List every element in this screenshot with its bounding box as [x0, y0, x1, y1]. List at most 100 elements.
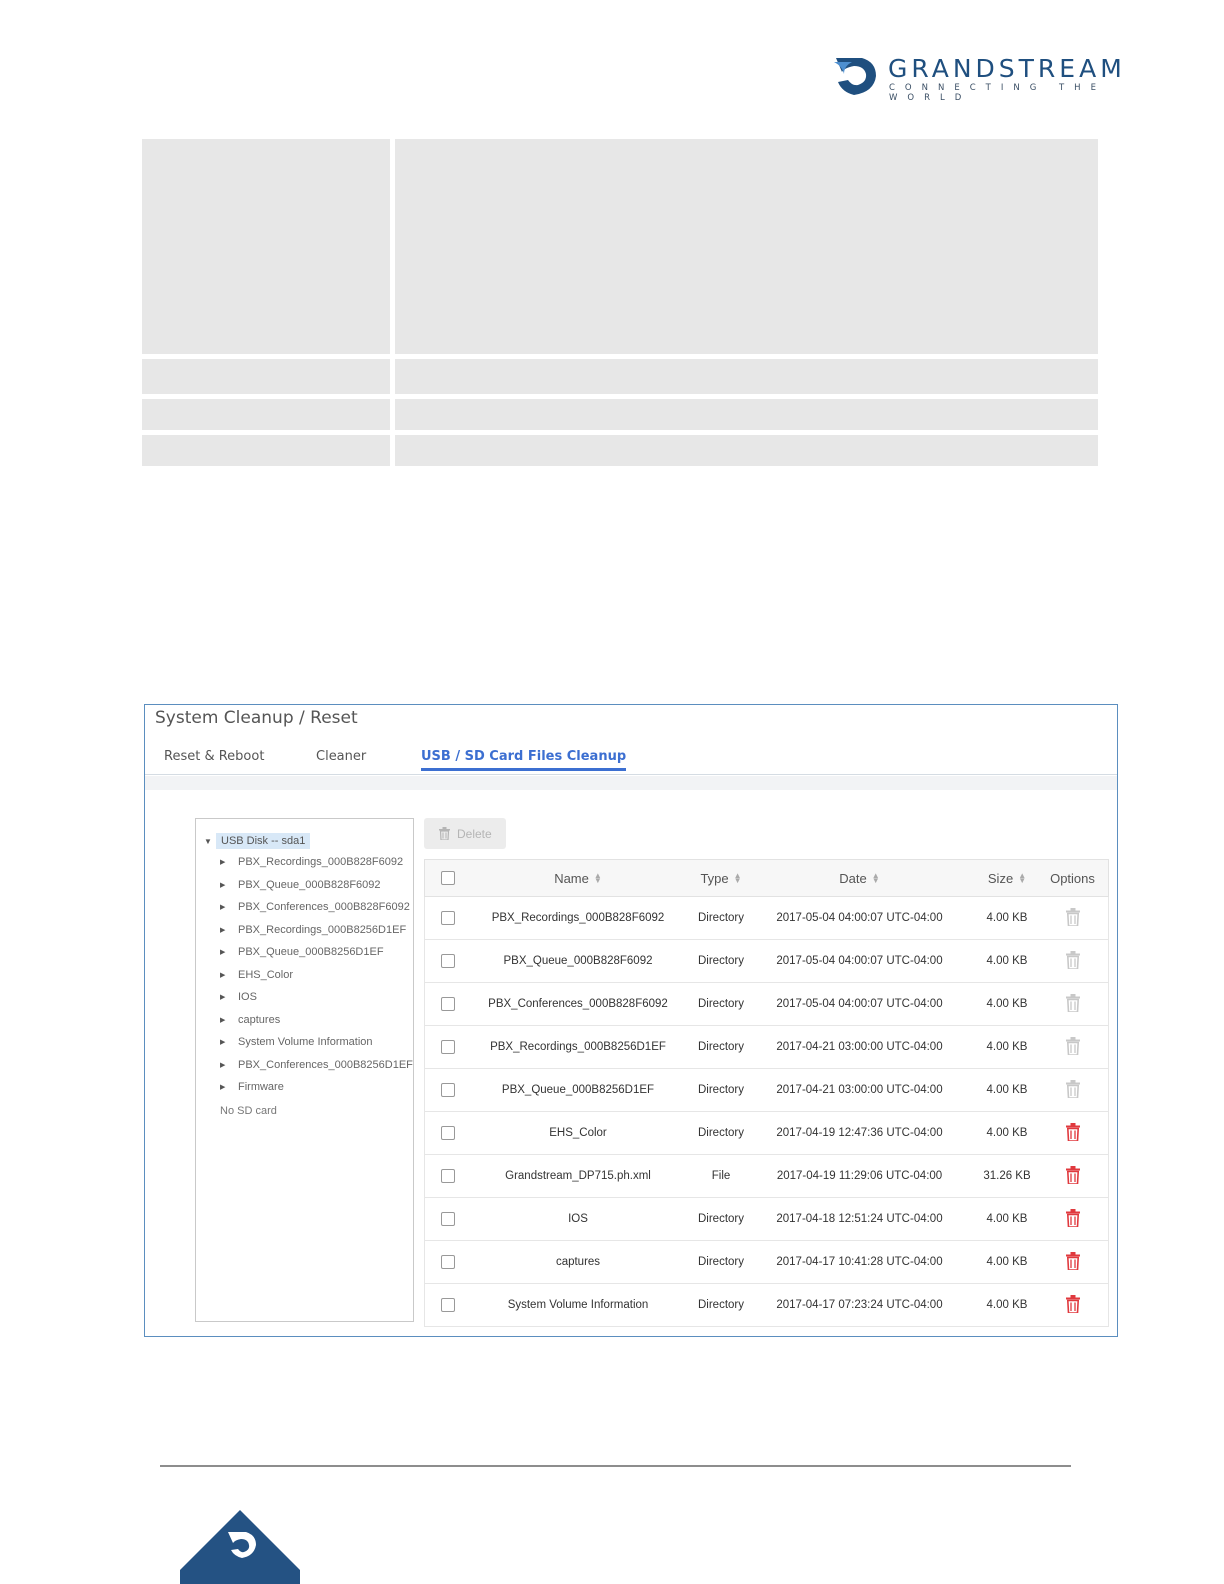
cell-type: Directory — [697, 998, 744, 1010]
table-cell — [395, 139, 1098, 354]
row-select — [425, 940, 471, 982]
row-checkbox[interactable] — [441, 1040, 455, 1054]
cell-options — [1035, 983, 1110, 1025]
caret-right-icon[interactable]: ▶ — [220, 926, 238, 934]
cell-options — [1035, 1198, 1110, 1240]
row-select — [425, 1026, 471, 1068]
header-type-label: Type — [700, 870, 729, 886]
select-all-checkbox[interactable] — [441, 871, 455, 885]
table-cell — [142, 435, 390, 466]
row-checkbox[interactable] — [441, 1212, 455, 1226]
tree-item[interactable]: ▶ IOS — [220, 988, 257, 1006]
cell-date: 2017-04-19 11:29:06 UTC-04:00 — [776, 1170, 943, 1182]
tree-item[interactable]: ▶ PBX_Recordings_000B828F6092 — [220, 853, 403, 871]
trash-icon[interactable] — [1065, 1165, 1080, 1187]
tree-item-label[interactable]: PBX_Queue_000B828F6092 — [238, 879, 381, 891]
row-checkbox[interactable] — [441, 1083, 455, 1097]
trash-icon[interactable] — [1065, 1251, 1080, 1273]
tree-item-label[interactable]: EHS_Color — [238, 969, 293, 981]
tree-item-label[interactable]: PBX_Recordings_000B828F6092 — [238, 856, 403, 868]
header-options-label: Options — [1050, 870, 1095, 886]
cell-options — [1035, 1069, 1110, 1111]
cell-type: Directory — [697, 1213, 744, 1225]
document-table — [142, 139, 1098, 471]
tab-usb-sd-cleanup[interactable]: USB / SD Card Files Cleanup — [421, 749, 627, 771]
header-name[interactable]: Name ▲ ▼ — [471, 860, 685, 896]
tree-item-label[interactable]: PBX_Conferences_000B828F6092 — [238, 901, 410, 913]
cell-options — [1035, 1026, 1110, 1068]
trash-icon[interactable] — [1065, 1122, 1080, 1144]
delete-button[interactable]: Delete — [424, 818, 506, 849]
tree-item-label[interactable]: PBX_Recordings_000B8256D1EF — [238, 924, 406, 936]
table-row — [142, 139, 1098, 354]
caret-down-icon[interactable]: ▼ — [204, 837, 216, 846]
row-checkbox[interactable] — [441, 1169, 455, 1183]
grandstream-logo-mark-icon — [834, 58, 876, 95]
tree-item[interactable]: ▶ Firmware — [220, 1078, 284, 1096]
caret-right-icon[interactable]: ▶ — [220, 948, 238, 956]
grandstream-logo: GRANDSTREAM CONNECTING THE WORLD — [832, 52, 1158, 103]
tree-item-label[interactable]: IOS — [238, 991, 257, 1003]
header-select-all — [425, 860, 471, 896]
trash-icon[interactable] — [1065, 1208, 1080, 1230]
cell-date: 2017-05-04 04:00:07 UTC-04:00 — [776, 912, 943, 924]
caret-right-icon[interactable]: ▶ — [220, 971, 238, 979]
cell-name: captures — [555, 1256, 601, 1268]
header-date[interactable]: Date ▲ ▼ — [757, 860, 962, 896]
tree-item-label[interactable]: PBX_Conferences_000B8256D1EF — [238, 1059, 413, 1071]
tree-item[interactable]: ▶ captures — [220, 1011, 280, 1029]
tab-cleaner[interactable]: Cleaner — [316, 749, 366, 764]
table-header: Name ▲ ▼ Type ▲ ▼ Date ▲ ▼ Size ▲ ▼ Options — [424, 859, 1109, 897]
table-row: PBX_Recordings_000B8256D1EF Directory 2017… — [424, 1026, 1109, 1069]
tree-item-label[interactable]: Firmware — [238, 1081, 284, 1093]
tree-item[interactable]: ▶ PBX_Queue_000B8256D1EF — [220, 943, 384, 961]
row-select — [425, 1069, 471, 1111]
caret-right-icon[interactable]: ▶ — [220, 881, 238, 889]
cell-type: Directory — [697, 1041, 744, 1053]
cell-date: 2017-04-18 12:51:24 UTC-04:00 — [776, 1213, 943, 1225]
row-checkbox[interactable] — [441, 954, 455, 968]
row-checkbox[interactable] — [441, 911, 455, 925]
tree-item[interactable]: ▶ PBX_Queue_000B828F6092 — [220, 876, 381, 894]
trash-icon — [1065, 1079, 1080, 1101]
tree-item-label[interactable]: captures — [238, 1014, 280, 1026]
caret-right-icon[interactable]: ▶ — [220, 1061, 238, 1069]
tree-root-usb-disk[interactable]: ▼ USB Disk -- sda1 — [204, 831, 311, 851]
folder-tree[interactable]: ▼ USB Disk -- sda1 ▶ PBX_Recordings_000B8… — [195, 818, 414, 1322]
tree-item[interactable]: ▶ PBX_Recordings_000B8256D1EF — [220, 921, 406, 939]
table-row: Grandstream_DP715.ph.xml File 2017-04-19 1… — [424, 1155, 1109, 1198]
caret-right-icon[interactable]: ▶ — [220, 1038, 238, 1046]
row-checkbox[interactable] — [441, 1126, 455, 1140]
caret-right-icon[interactable]: ▶ — [220, 858, 238, 866]
tree-item-label[interactable]: System Volume Information — [238, 1036, 373, 1048]
caret-right-icon[interactable]: ▶ — [220, 1083, 238, 1091]
cell-name: PBX_Queue_000B828F6092 — [503, 955, 653, 967]
row-checkbox[interactable] — [441, 997, 455, 1011]
table-row — [142, 435, 1098, 466]
trash-icon[interactable] — [1065, 1294, 1080, 1316]
cell-name: Grandstream_DP715.ph.xml — [505, 1170, 651, 1182]
tree-root-label[interactable]: USB Disk -- sda1 — [216, 833, 311, 849]
cell-date: 2017-04-21 03:00:00 UTC-04:00 — [776, 1084, 943, 1096]
cell-type: Directory — [697, 1299, 744, 1311]
caret-right-icon[interactable]: ▶ — [220, 993, 238, 1001]
tree-item-label[interactable]: PBX_Queue_000B8256D1EF — [238, 946, 384, 958]
table-cell — [395, 399, 1098, 430]
cell-date: 2017-05-04 04:00:07 UTC-04:00 — [776, 955, 943, 967]
row-select — [425, 897, 471, 939]
logo-brand: GRANDSTREAM — [888, 54, 1126, 83]
tree-item[interactable]: ▶ PBX_Conferences_000B8256D1EF — [220, 1056, 413, 1074]
header-type[interactable]: Type ▲ ▼ — [685, 860, 757, 896]
caret-right-icon[interactable]: ▶ — [220, 1016, 238, 1024]
row-checkbox[interactable] — [441, 1298, 455, 1312]
row-select — [425, 1112, 471, 1154]
tree-item[interactable]: ▶ EHS_Color — [220, 966, 293, 984]
tree-item[interactable]: ▶ System Volume Information — [220, 1033, 373, 1051]
row-checkbox[interactable] — [441, 1255, 455, 1269]
tree-item[interactable]: ▶ PBX_Conferences_000B828F6092 — [220, 898, 410, 916]
caret-right-icon[interactable]: ▶ — [220, 903, 238, 911]
trash-icon — [1065, 907, 1080, 929]
tab-reset-reboot[interactable]: Reset & Reboot — [164, 749, 264, 764]
cell-type: Directory — [697, 912, 744, 924]
table-cell — [142, 399, 390, 430]
